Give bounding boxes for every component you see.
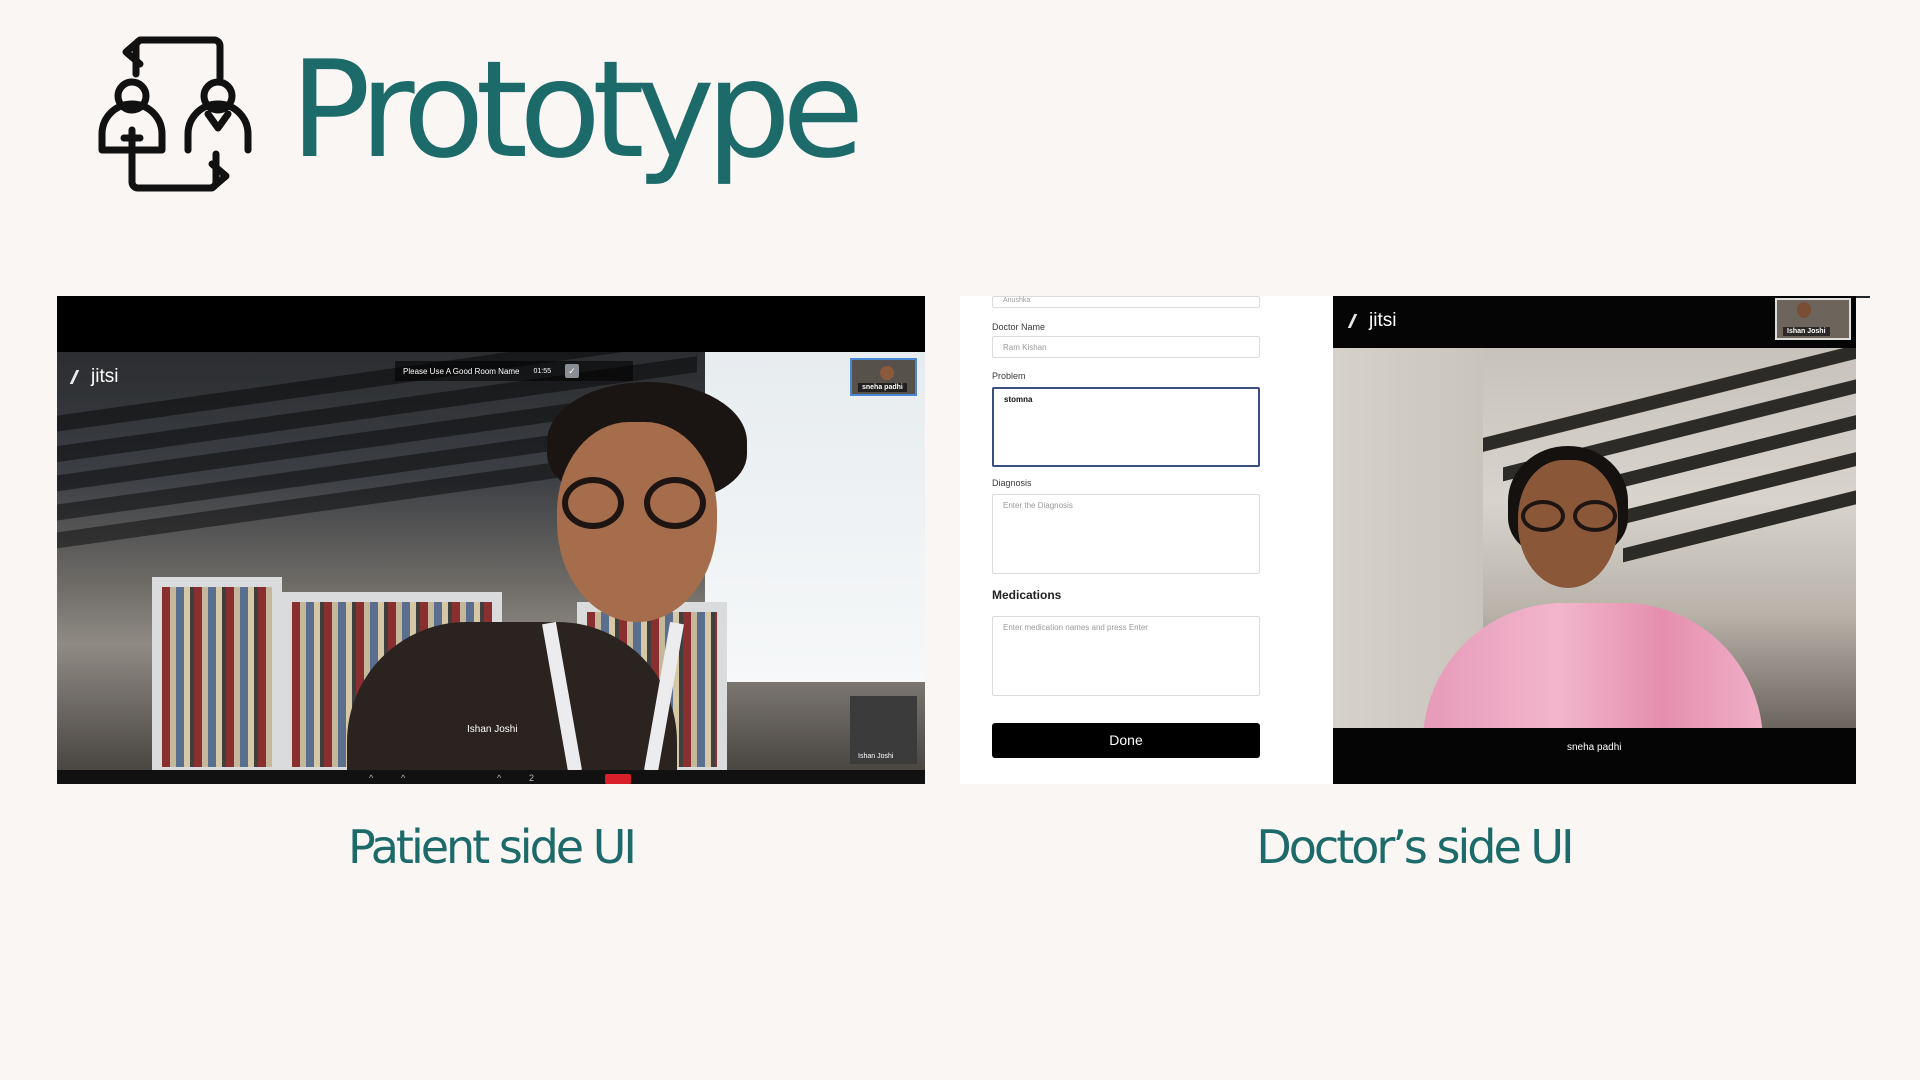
room-name-bar[interactable]: Please Use A Good Room Name 01:55 ✓ [395, 361, 633, 381]
consultation-form: Anushka Doctor Name Ram Kishan Problem s… [960, 296, 1333, 784]
security-icon[interactable]: ✓ [565, 364, 580, 378]
medications-label: Medications [992, 588, 1062, 602]
remote-thumbnail[interactable]: sneha padhi [850, 358, 917, 396]
done-button[interactable]: Done [992, 723, 1260, 758]
hangup-button[interactable] [605, 774, 631, 784]
jitsi-logo: jitsi [1347, 310, 1397, 332]
local-thumbnail[interactable]: Ishan Joshi [1775, 298, 1851, 340]
doctor-video-feed: jitsi Ishan Joshi sneha padhi [1333, 296, 1856, 784]
patient-name-field[interactable]: Anushka [992, 296, 1260, 308]
page-title: Prototype [290, 32, 864, 188]
local-thumbnail[interactable]: Ishan Joshi [850, 696, 917, 764]
participants-count[interactable]: 2 [529, 773, 534, 783]
doctor-caption: Doctor’s side UI [1256, 820, 1574, 874]
options-chevron-icon[interactable]: ^ [497, 773, 501, 783]
camera-chevron-icon[interactable]: ^ [401, 773, 405, 783]
doctor-patient-exchange-icon [98, 36, 252, 192]
diagnosis-field[interactable]: Enter the Diagnosis [992, 494, 1260, 574]
problem-label: Problem [992, 371, 1026, 381]
patient-caption: Patient side UI [348, 820, 637, 874]
call-timer: 01:55 [533, 367, 552, 375]
participant-name-label: Ishan Joshi [467, 724, 518, 735]
thumbnail-name: sneha padhi [858, 383, 907, 392]
jitsi-logo-text: jitsi [91, 366, 119, 387]
room-name-prompt: Please Use A Good Room Name [403, 366, 520, 376]
doctor-name-label: Doctor Name [992, 322, 1046, 332]
doctor-side-remote-feed [1333, 348, 1856, 728]
jitsi-mark-icon [69, 370, 91, 384]
doctor-name-field[interactable]: Ram Kishan [992, 336, 1260, 358]
jitsi-mark-icon [1347, 314, 1369, 328]
medications-field[interactable]: Enter medication names and press Enter [992, 616, 1260, 696]
participant-name-label: sneha padhi [1567, 742, 1622, 753]
jitsi-logo-text: jitsi [1369, 310, 1397, 331]
problem-field[interactable]: stomna [992, 387, 1260, 467]
jitsi-logo: jitsi [69, 366, 119, 388]
mic-chevron-icon[interactable]: ^ [369, 773, 373, 783]
diagnosis-label: Diagnosis [992, 478, 1032, 488]
patient-video-feed: Ishan Joshi [57, 352, 925, 770]
patient-ui-screenshot: Ishan Joshi jitsi Please Use A Good Room… [57, 296, 925, 784]
local-thumbnail-name: Ishan Joshi [858, 753, 894, 760]
thumbnail-name: Ishan Joshi [1783, 327, 1830, 336]
call-toolbar: ^ ^ ^ 2 [57, 770, 925, 784]
